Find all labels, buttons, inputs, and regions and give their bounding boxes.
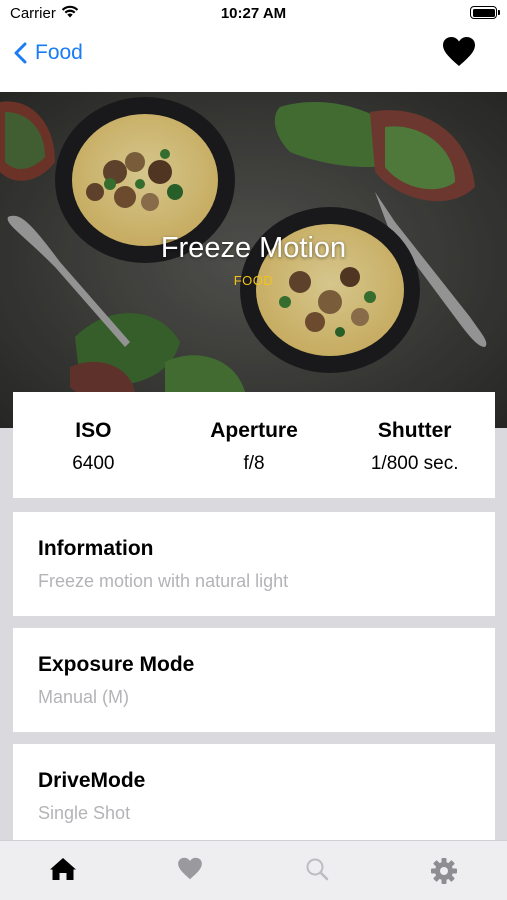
aperture-setting: Aperture f/8: [174, 392, 335, 498]
home-icon: [50, 858, 77, 880]
tab-search[interactable]: [254, 841, 381, 900]
card-value: Manual (M): [38, 687, 130, 707]
setting-value: 1/800 sec.: [370, 453, 459, 474]
iso-setting: ISO 6400: [13, 392, 174, 498]
setting-label: Shutter: [377, 419, 452, 442]
shutter-setting: Shutter 1/800 sec.: [334, 392, 495, 498]
exposure-mode-card: Exposure Mode Manual (M): [13, 628, 495, 732]
card-title: DriveMode: [38, 769, 146, 792]
card-title: Exposure Mode: [38, 653, 195, 676]
information-card: Information Freeze motion with natural l…: [13, 512, 495, 616]
gear-icon: [430, 858, 457, 884]
status-bar: Carrier 10:27 AM: [0, 0, 507, 28]
battery-icon: [470, 6, 500, 19]
back-button-label: Food: [35, 41, 83, 64]
setting-value: f/8: [243, 453, 265, 474]
search-icon: [306, 858, 329, 881]
tab-bar: [0, 840, 507, 900]
favorite-button[interactable]: [442, 36, 476, 72]
card-value: Single Shot: [38, 803, 131, 823]
hero-image: Freeze Motion FOOD: [0, 92, 507, 428]
tab-favorites[interactable]: [127, 841, 254, 900]
chevron-left-icon: [14, 42, 27, 64]
setting-value: 6400: [72, 453, 115, 474]
tab-home[interactable]: [0, 841, 127, 900]
tab-settings[interactable]: [380, 841, 507, 900]
card-value: Freeze motion with natural light: [38, 571, 289, 591]
status-time: 10:27 AM: [220, 5, 287, 22]
drive-mode-card: DriveMode Single Shot: [13, 744, 495, 840]
heart-icon: [443, 37, 475, 66]
heart-icon: [178, 857, 202, 880]
setting-label: Aperture: [210, 419, 298, 442]
card-title: Information: [38, 537, 154, 560]
back-button[interactable]: Food: [14, 38, 83, 68]
navigation-bar: Food: [0, 28, 507, 92]
hero-category: FOOD: [233, 273, 274, 288]
camera-settings-card: ISO 6400 Aperture f/8 Shutter 1/800 sec.: [13, 392, 495, 498]
setting-label: ISO: [75, 419, 112, 442]
hero-title: Freeze Motion: [160, 232, 347, 264]
